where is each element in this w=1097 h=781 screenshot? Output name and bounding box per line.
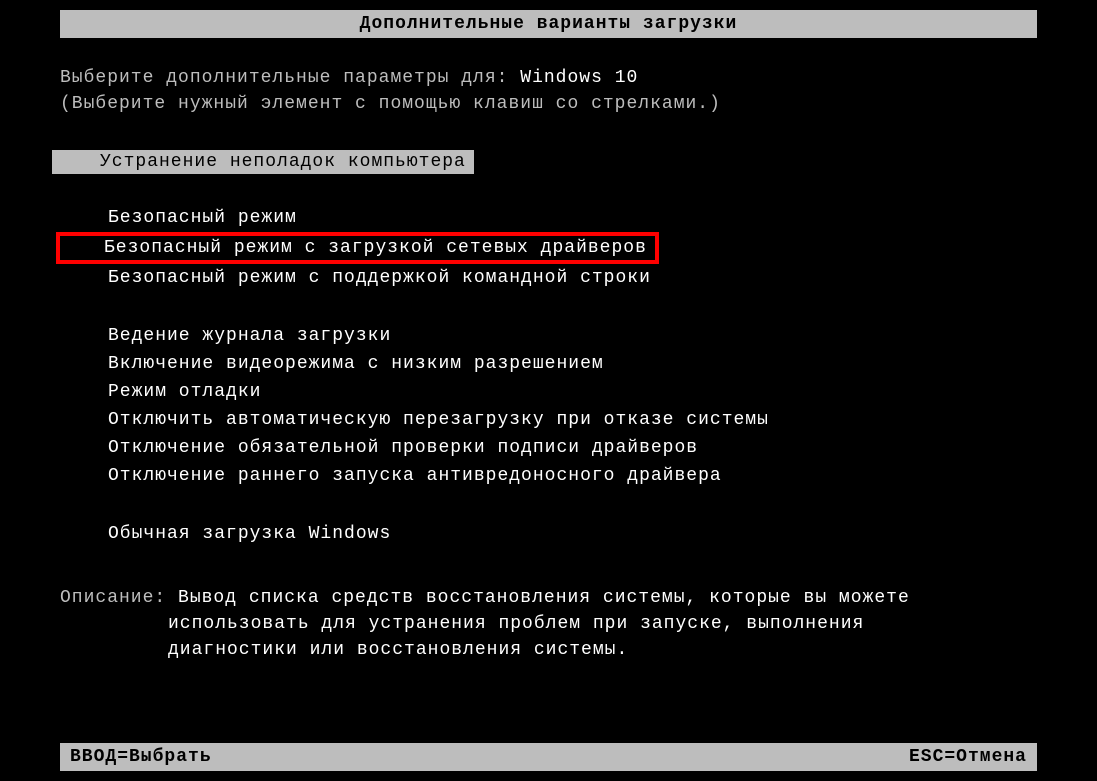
menu-item-safe-mode-networking-row[interactable]: Безопасный режим с загрузкой сетевых дра… bbox=[60, 232, 1037, 264]
menu-item-disable-auto-restart[interactable]: Отключить автоматическую перезагрузку пр… bbox=[60, 406, 1037, 434]
menu-item-disable-driver-signature[interactable]: Отключение обязательной проверки подписи… bbox=[60, 434, 1037, 462]
description-block: Описание: Вывод списка средств восстанов… bbox=[60, 588, 1037, 660]
prompt-text: Выберите дополнительные параметры для: bbox=[60, 68, 508, 88]
description-line-1: Описание: Вывод списка средств восстанов… bbox=[60, 588, 1037, 608]
menu-item-normal-boot[interactable]: Обычная загрузка Windows bbox=[60, 520, 1037, 548]
header-title: Дополнительные варианты загрузки bbox=[360, 14, 738, 34]
prompt-line: Выберите дополнительные параметры для: W… bbox=[60, 68, 1037, 88]
menu-group-3: Обычная загрузка Windows bbox=[60, 520, 1037, 548]
menu-selected-item: Устранение неполадок компьютера bbox=[52, 150, 474, 174]
header-title-bar: Дополнительные варианты загрузки bbox=[60, 10, 1037, 38]
menu-group-2: Ведение журнала загрузки Включение видео… bbox=[60, 322, 1037, 490]
description-text-2: использовать для устранения проблем при … bbox=[60, 614, 1037, 634]
menu-item-boot-logging[interactable]: Ведение журнала загрузки bbox=[60, 322, 1037, 350]
footer-bar: ВВОД=Выбрать ESC=Отмена bbox=[60, 743, 1037, 771]
menu-selected-row[interactable]: Устранение неполадок компьютера bbox=[60, 150, 1037, 174]
menu-item-safe-mode-networking: Безопасный режим с загрузкой сетевых дра… bbox=[56, 232, 659, 264]
footer-esc-label: ESC=Отмена bbox=[909, 747, 1027, 767]
instruction-line: (Выберите нужный элемент с помощью клави… bbox=[60, 94, 1037, 114]
description-text-3: диагностики или восстановления системы. bbox=[60, 640, 1037, 660]
content-area: Выберите дополнительные параметры для: W… bbox=[0, 68, 1097, 660]
description-text-1: Вывод списка средств восстановления сист… bbox=[178, 588, 910, 608]
menu-item-safe-mode[interactable]: Безопасный режим bbox=[60, 204, 1037, 232]
description-label: Описание: bbox=[60, 588, 166, 608]
menu-group-1: Безопасный режим Безопасный режим с загр… bbox=[60, 204, 1037, 292]
os-name: Windows 10 bbox=[520, 68, 638, 88]
menu-item-safe-mode-cmd[interactable]: Безопасный режим с поддержкой командной … bbox=[60, 264, 1037, 292]
menu-item-debug-mode[interactable]: Режим отладки bbox=[60, 378, 1037, 406]
menu-item-disable-antimalware[interactable]: Отключение раннего запуска антивредоносн… bbox=[60, 462, 1037, 490]
menu-block: Устранение неполадок компьютера Безопасн… bbox=[60, 150, 1037, 548]
menu-item-low-res-video[interactable]: Включение видеорежима с низким разрешени… bbox=[60, 350, 1037, 378]
footer-enter-label: ВВОД=Выбрать bbox=[70, 747, 212, 767]
